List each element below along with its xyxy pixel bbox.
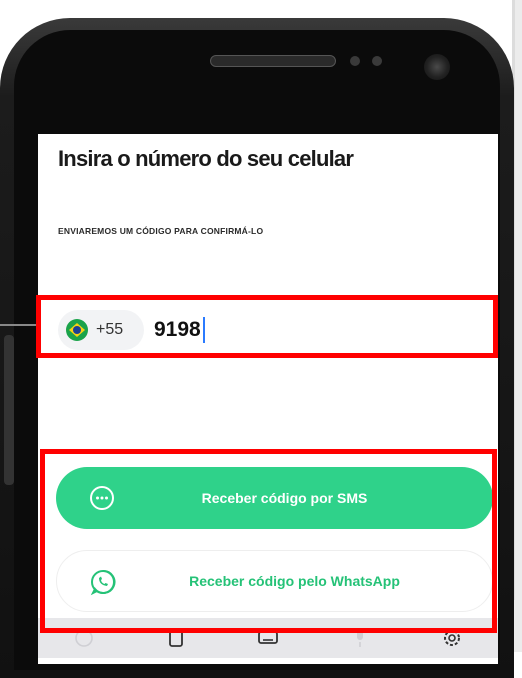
sensor-dot [350,56,360,66]
front-camera [424,54,450,80]
highlight-box-code-buttons [40,449,497,633]
page-subtitle: ENVIAREMOS UM CÓDIGO PARA CONFIRMÁ-LO [58,226,264,236]
connector-line [0,324,40,326]
highlight-box-phone-input [36,295,498,358]
page-title: Insira o número do seu celular [58,146,354,171]
phone-side-button [4,335,14,485]
phone-speaker [210,55,336,67]
sensor-dot [372,56,382,66]
